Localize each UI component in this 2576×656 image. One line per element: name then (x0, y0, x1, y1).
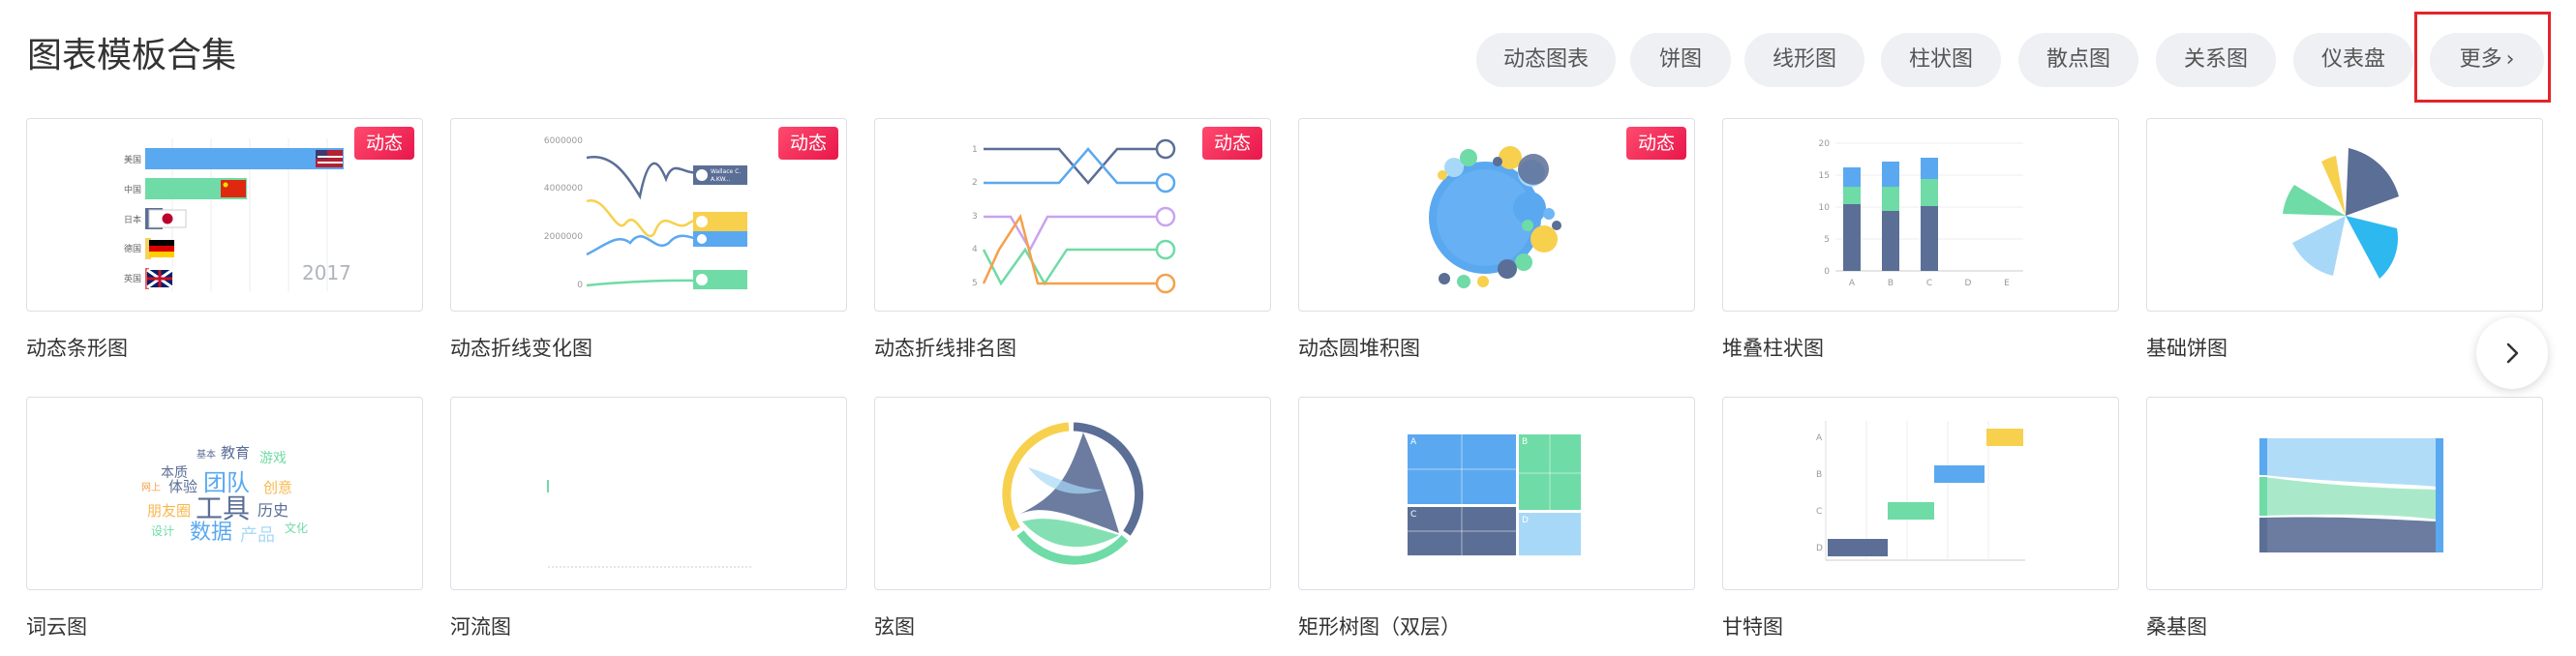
card-label: 桑基图 (2146, 615, 2207, 639)
dynamic-badge: 动态 (1202, 127, 1262, 160)
svg-text:游戏: 游戏 (259, 451, 287, 466)
card-label: 动态折线变化图 (450, 337, 592, 360)
svg-text:历史: 历史 (258, 501, 288, 520)
svg-text:B: B (1888, 279, 1894, 288)
svg-text:B: B (1522, 437, 1528, 447)
card-stacked-bar[interactable]: 20 15 10 5 0 A B C D E (1722, 118, 2119, 312)
svg-text:数据: 数据 (190, 521, 232, 545)
card-label: 甘特图 (1722, 615, 1783, 639)
card-label: 词云图 (26, 615, 87, 639)
svg-text:文化: 文化 (285, 521, 308, 535)
chord-thumbnail (1002, 422, 1144, 565)
svg-text:15: 15 (1819, 171, 1830, 181)
card-label: 弦图 (874, 615, 915, 639)
card-word-cloud[interactable]: 基本 教育 游戏 本质 团队 网上 体验 创意 工具 朋友圈 历史 设计 数据 … (26, 397, 423, 590)
svg-text:A: A (1410, 437, 1417, 447)
svg-text:C: C (1816, 507, 1822, 517)
card-bar-race[interactable]: 美国 中国 日本 德国 英国 2017 动态 (26, 118, 423, 312)
river-thumbnail (547, 480, 751, 568)
dynamic-badge: 动态 (354, 127, 414, 160)
card-label: 矩形树图（双层） (1298, 615, 1461, 639)
card-gantt[interactable]: A B C D (1722, 397, 2119, 590)
svg-text:设计: 设计 (151, 524, 174, 538)
bar-race-cat: 美国 (124, 154, 141, 165)
svg-text:1: 1 (972, 145, 978, 155)
svg-text:5: 5 (1824, 235, 1830, 245)
bar-race-cat: 中国 (124, 184, 141, 195)
svg-text:A: A (1816, 433, 1823, 443)
svg-text:0: 0 (1824, 267, 1830, 277)
svg-text:2000000: 2000000 (544, 232, 583, 242)
svg-text:C: C (1410, 510, 1416, 520)
svg-text:D: D (1522, 516, 1529, 525)
card-label: 动态条形图 (26, 337, 128, 360)
dynamic-badge: 动态 (778, 127, 838, 160)
stacked-bar-thumbnail: 20 15 10 5 0 A B C D E (1819, 139, 2023, 288)
word-cloud-thumbnail: 基本 教育 游戏 本质 团队 网上 体验 创意 工具 朋友圈 历史 设计 数据 … (141, 444, 308, 546)
card-label: 动态圆堆积图 (1298, 337, 1420, 360)
svg-text:3: 3 (972, 212, 978, 222)
card-treemap[interactable]: A B C D (1298, 397, 1695, 590)
filter-chip-bar[interactable]: 柱状图 (1881, 33, 2001, 87)
more-highlight-outline (2414, 12, 2551, 103)
svg-text:20: 20 (1819, 139, 1831, 149)
filter-chip-relation[interactable]: 关系图 (2156, 33, 2276, 87)
bar-race-year: 2017 (302, 261, 351, 284)
svg-text:体验: 体验 (168, 478, 197, 495)
treemap-thumbnail: A B C D (1408, 434, 1581, 555)
filter-chip-dynamic[interactable]: 动态图表 (1476, 33, 1616, 87)
carousel-next-button[interactable] (2476, 317, 2548, 389)
card-basic-pie[interactable] (2146, 118, 2543, 312)
bar-race-cat: 日本 (124, 214, 141, 225)
svg-text:C: C (1926, 279, 1932, 288)
svg-text:B: B (1816, 470, 1822, 480)
svg-text:0: 0 (577, 281, 583, 290)
svg-text:朋友圈: 朋友圈 (147, 502, 191, 520)
svg-text:2: 2 (972, 178, 978, 188)
card-line-rank[interactable]: 1 2 3 4 5 动态 (874, 118, 1271, 312)
svg-text:网上: 网上 (141, 482, 161, 493)
card-circle-pack[interactable]: 动态 (1298, 118, 1695, 312)
chevron-right-icon (2506, 343, 2519, 364)
svg-text:产品: 产品 (240, 525, 275, 546)
svg-text:A: A (1849, 279, 1856, 288)
svg-text:D: D (1816, 544, 1823, 553)
bar-race-cat: 德国 (124, 243, 141, 254)
svg-text:4000000: 4000000 (544, 184, 583, 194)
card-label: 堆叠柱状图 (1722, 337, 1824, 360)
filter-chip-pie[interactable]: 饼图 (1630, 33, 1731, 87)
filter-chip-scatter[interactable]: 散点图 (2018, 33, 2138, 87)
sankey-thumbnail (2259, 438, 2443, 552)
page-title: 图表模板合集 (27, 36, 237, 75)
svg-text:D: D (1965, 279, 1972, 288)
svg-text:10: 10 (1819, 203, 1831, 213)
card-river[interactable] (450, 397, 847, 590)
svg-text:A.KW...: A.KW... (711, 176, 731, 183)
svg-text:4: 4 (972, 245, 978, 254)
svg-text:6000000: 6000000 (544, 136, 583, 146)
card-chord[interactable] (874, 397, 1271, 590)
bar-race-cat: 英国 (124, 273, 141, 284)
card-label: 河流图 (450, 615, 511, 639)
dynamic-badge: 动态 (1626, 127, 1686, 160)
filter-chip-line[interactable]: 线形图 (1744, 33, 1864, 87)
pie-thumbnail (2283, 148, 2399, 279)
card-sankey[interactable] (2146, 397, 2543, 590)
gantt-thumbnail: A B C D (1816, 421, 2025, 561)
card-label: 动态折线排名图 (874, 337, 1016, 360)
svg-text:教育: 教育 (221, 444, 250, 462)
svg-text:5: 5 (972, 279, 978, 288)
card-line-change[interactable]: 6000000 4000000 2000000 0 Wallace C. A.K… (450, 118, 847, 312)
svg-text:基本: 基本 (197, 448, 216, 461)
card-label: 基础饼图 (2146, 337, 2227, 360)
filter-chip-gauge[interactable]: 仪表盘 (2293, 33, 2413, 87)
svg-text:Wallace C.: Wallace C. (711, 168, 741, 175)
svg-text:E: E (2004, 279, 2010, 288)
svg-text:创意: 创意 (263, 479, 292, 496)
